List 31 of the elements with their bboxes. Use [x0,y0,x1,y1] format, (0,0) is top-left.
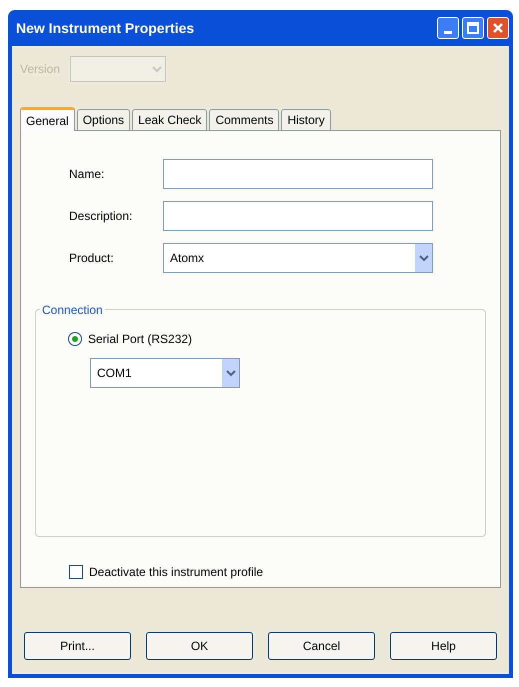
select-value: COM1 [96,365,133,382]
input-field[interactable] [163,201,433,231]
select-value: Atomx [169,250,206,267]
tab[interactable]: Comments [209,109,280,130]
close-button[interactable] [487,17,509,39]
tab[interactable]: Options [76,109,130,130]
dropdown-button[interactable] [222,359,239,387]
field-label: Description: [69,208,134,225]
window-title: New Instrument Properties [16,18,194,38]
dialog-button[interactable]: Help [390,632,497,660]
tab[interactable]: Leak Check [132,109,208,130]
radio-button[interactable] [68,332,82,346]
close-icon [492,22,504,34]
minimize-button[interactable] [437,17,459,39]
tab[interactable]: History [281,109,331,130]
dialog-button[interactable]: OK [146,632,253,660]
maximize-icon [467,22,479,34]
input-field[interactable] [163,159,433,189]
port-select[interactable]: COM1 [90,358,240,388]
radio-label: Serial Port (RS232) [88,331,192,348]
checkbox[interactable] [69,565,83,579]
checkbox-label: Deactivate this instrument profile [89,564,264,581]
minimize-icon [444,31,452,34]
tab[interactable]: General [20,107,75,131]
field-label: Product: [69,250,115,267]
dropdown-button[interactable] [415,244,432,272]
field-label: Name: [69,166,106,183]
dialog-button[interactable]: Print... [24,632,131,660]
maximize-button[interactable] [462,17,484,39]
dialog-button[interactable]: Cancel [268,632,375,660]
product-select[interactable]: Atomx [163,243,433,273]
